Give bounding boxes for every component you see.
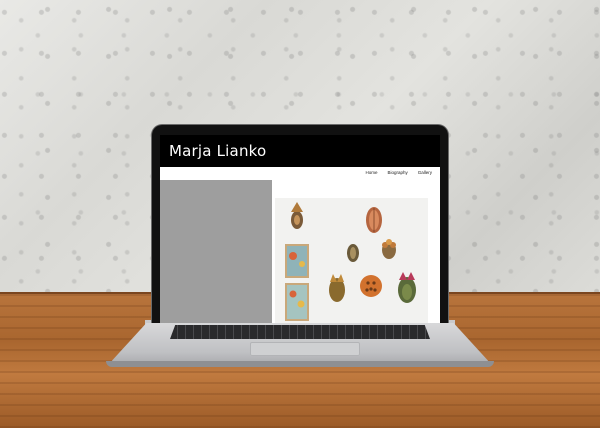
ceramic-tile — [285, 244, 309, 278]
gallery-image[interactable] — [275, 198, 428, 323]
nav-gallery-link[interactable]: Gallery — [418, 170, 432, 175]
laptop-screen-bezel: Marja Lianko Home Biography Gallery — [152, 125, 448, 323]
sidebar-panel — [160, 180, 272, 323]
main-content — [272, 180, 440, 323]
ceramic-piece — [347, 244, 359, 262]
laptop-screen: Marja Lianko Home Biography Gallery — [160, 135, 440, 323]
ceramic-piece — [366, 207, 382, 233]
site-nav: Home Biography Gallery — [160, 167, 440, 180]
site-header: Marja Lianko — [160, 135, 440, 167]
ceramic-tile — [285, 283, 309, 321]
site-title[interactable]: Marja Lianko — [169, 142, 266, 160]
laptop-keyboard — [170, 325, 430, 339]
nav-home-link[interactable]: Home — [365, 170, 377, 175]
laptop-base-edge — [106, 361, 494, 367]
ceramic-artworks-image — [275, 198, 428, 323]
laptop-trackpad — [250, 342, 360, 356]
ceramic-piece — [360, 275, 382, 297]
nav-biography-link[interactable]: Biography — [387, 170, 407, 175]
